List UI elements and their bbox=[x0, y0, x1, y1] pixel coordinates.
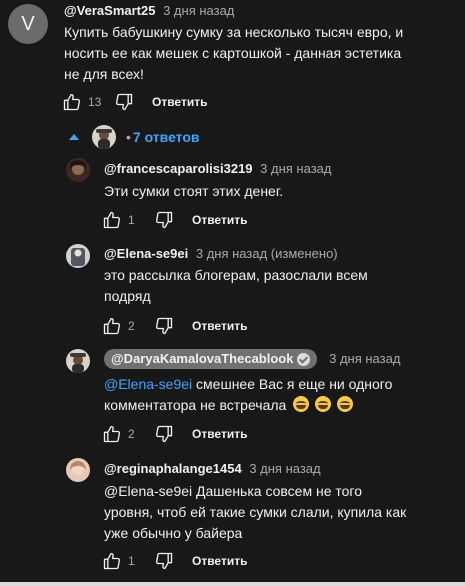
reply-author[interactable]: @Elena-se9ei bbox=[104, 246, 188, 261]
thumbs-down-icon bbox=[154, 316, 174, 336]
creator-badge[interactable]: @DaryaKamalovaThecablook bbox=[104, 349, 318, 369]
bottom-edge-bar bbox=[0, 582, 465, 586]
like-count: 1 bbox=[128, 554, 135, 568]
comment-actions: 13 Ответить bbox=[60, 90, 207, 114]
reply-author[interactable]: @reginaphalange1454 bbox=[104, 461, 242, 476]
dislike-button[interactable] bbox=[112, 90, 136, 114]
comment-author[interactable]: @VeraSmart25 bbox=[64, 3, 155, 18]
reply-actions: 2 Ответить bbox=[100, 422, 247, 446]
mention-link[interactable]: @Elena-se9ei bbox=[104, 376, 192, 392]
reply-actions: 1 Ответить bbox=[100, 549, 247, 573]
reply-author-avatar[interactable] bbox=[66, 458, 90, 482]
like-count: 2 bbox=[128, 319, 135, 333]
dislike-button[interactable] bbox=[152, 549, 176, 573]
reply-timestamp[interactable]: 3 дня назад (изменено) bbox=[196, 246, 338, 261]
comment-text: Купить бабушкину сумку за несколько тыся… bbox=[64, 24, 404, 82]
thumbs-up-icon bbox=[102, 424, 122, 444]
reply-timestamp[interactable]: 3 дня назад bbox=[249, 461, 320, 476]
reply-author-avatar[interactable] bbox=[66, 158, 90, 182]
thumbs-up-icon bbox=[102, 551, 122, 571]
creator-avatar bbox=[92, 125, 116, 149]
like-button[interactable] bbox=[100, 208, 124, 232]
reply-button[interactable]: Ответить bbox=[192, 213, 247, 227]
reply-author[interactable]: @francescaparolisi3219 bbox=[104, 161, 253, 176]
like-count: 1 bbox=[128, 213, 135, 227]
comment-header: @VeraSmart25 3 дня назад bbox=[64, 3, 234, 19]
thumbs-down-icon bbox=[154, 424, 174, 444]
reply-header: @reginaphalange1454 3 дня назад bbox=[104, 461, 321, 477]
like-button[interactable] bbox=[60, 90, 84, 114]
reply-author-avatar[interactable] bbox=[66, 244, 90, 268]
thumbs-down-icon bbox=[154, 210, 174, 230]
like-button[interactable] bbox=[100, 422, 124, 446]
reply-author-avatar[interactable] bbox=[66, 349, 90, 373]
dislike-button[interactable] bbox=[152, 208, 176, 232]
reply-text: это рассылка блогерам, разослали всем по… bbox=[104, 267, 368, 304]
like-button[interactable] bbox=[100, 314, 124, 338]
thumbs-up-icon bbox=[62, 92, 82, 112]
thumbs-up-icon bbox=[102, 316, 122, 336]
reply-button[interactable]: Ответить bbox=[192, 427, 247, 441]
reply-text: @Elena-se9ei Дашенька совсем не того уро… bbox=[104, 483, 407, 541]
thumbs-down-icon bbox=[114, 92, 134, 112]
reply-text-line1: смешнее Вас я еще ни одного bbox=[196, 376, 393, 392]
reply-header: @Elena-se9ei 3 дня назад (изменено) bbox=[104, 246, 338, 262]
dislike-button[interactable] bbox=[152, 314, 176, 338]
reply-text-line2: комментатора не встречала bbox=[104, 397, 287, 413]
reply-text: Эти сумки стоят этих денег. bbox=[104, 183, 284, 199]
reply-author: @DaryaKamalovaThecablook bbox=[111, 351, 294, 366]
reply-header: @francescaparolisi3219 3 дня назад bbox=[104, 161, 331, 177]
reply-header: @DaryaKamalovaThecablook 3 дня назад bbox=[104, 349, 400, 369]
avatar-letter: V bbox=[21, 12, 35, 35]
rolling-laughing-emoji bbox=[293, 396, 310, 412]
thumbs-down-icon bbox=[154, 551, 174, 571]
replies-count-label: 7 ответов bbox=[132, 129, 200, 145]
dislike-button[interactable] bbox=[152, 422, 176, 446]
reply-actions: 1 Ответить bbox=[100, 208, 247, 232]
verified-check-icon bbox=[297, 352, 311, 366]
chevron-up-icon bbox=[69, 134, 79, 140]
comment-timestamp[interactable]: 3 дня назад bbox=[163, 3, 234, 18]
reply-timestamp[interactable]: 3 дня назад bbox=[260, 161, 331, 176]
replies-separator: • bbox=[126, 129, 131, 145]
reply-button[interactable]: Ответить bbox=[152, 95, 207, 109]
like-count: 13 bbox=[88, 95, 102, 109]
author-avatar[interactable]: V bbox=[8, 4, 48, 44]
reply-button[interactable]: Ответить bbox=[192, 554, 247, 568]
reply-actions: 2 Ответить bbox=[100, 314, 247, 338]
rolling-laughing-emoji bbox=[337, 396, 354, 412]
reply-timestamp[interactable]: 3 дня назад bbox=[329, 351, 400, 366]
thumbs-up-icon bbox=[102, 210, 122, 230]
reply-button[interactable]: Ответить bbox=[192, 319, 247, 333]
like-count: 2 bbox=[128, 427, 135, 441]
replies-toggle[interactable]: • 7 ответов bbox=[66, 124, 200, 150]
rolling-laughing-emoji bbox=[315, 396, 332, 412]
reply-text: @Elena-se9ei смешнее Вас я еще ни одного… bbox=[104, 374, 454, 416]
like-button[interactable] bbox=[100, 549, 124, 573]
